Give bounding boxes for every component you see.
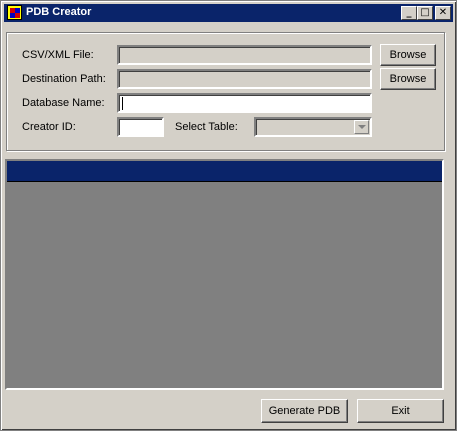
window-title: PDB Creator (26, 6, 92, 18)
destination-path-field[interactable] (117, 69, 372, 89)
csv-file-field[interactable] (117, 45, 372, 65)
creator-id-input[interactable] (117, 117, 164, 137)
generate-pdb-button[interactable]: Generate PDB (261, 399, 348, 423)
data-grid[interactable] (5, 159, 444, 390)
database-name-label: Database Name: (22, 97, 105, 109)
select-table-dropdown[interactable] (254, 117, 372, 137)
destination-path-label: Destination Path: (22, 73, 106, 85)
close-button[interactable]: ✕ (435, 6, 451, 20)
app-icon[interactable] (7, 5, 22, 20)
database-name-input[interactable] (117, 93, 372, 113)
minimize-button[interactable]: _ (401, 6, 417, 20)
exit-button[interactable]: Exit (357, 399, 444, 423)
browse-destination-button[interactable]: Browse (380, 68, 436, 90)
text-caret (122, 97, 123, 110)
chevron-down-icon[interactable] (354, 120, 369, 134)
creator-id-label: Creator ID: (22, 121, 76, 133)
browse-csv-button[interactable]: Browse (380, 44, 436, 66)
title-bar[interactable]: PDB Creator _ □ ✕ (4, 4, 453, 22)
csv-file-label: CSV/XML File: (22, 49, 94, 61)
grid-header (7, 161, 442, 182)
maximize-button[interactable]: □ (417, 6, 433, 20)
select-table-label: Select Table: (175, 121, 238, 133)
main-window: PDB Creator _ □ ✕ CSV/XML File: Browse D… (0, 0, 457, 431)
